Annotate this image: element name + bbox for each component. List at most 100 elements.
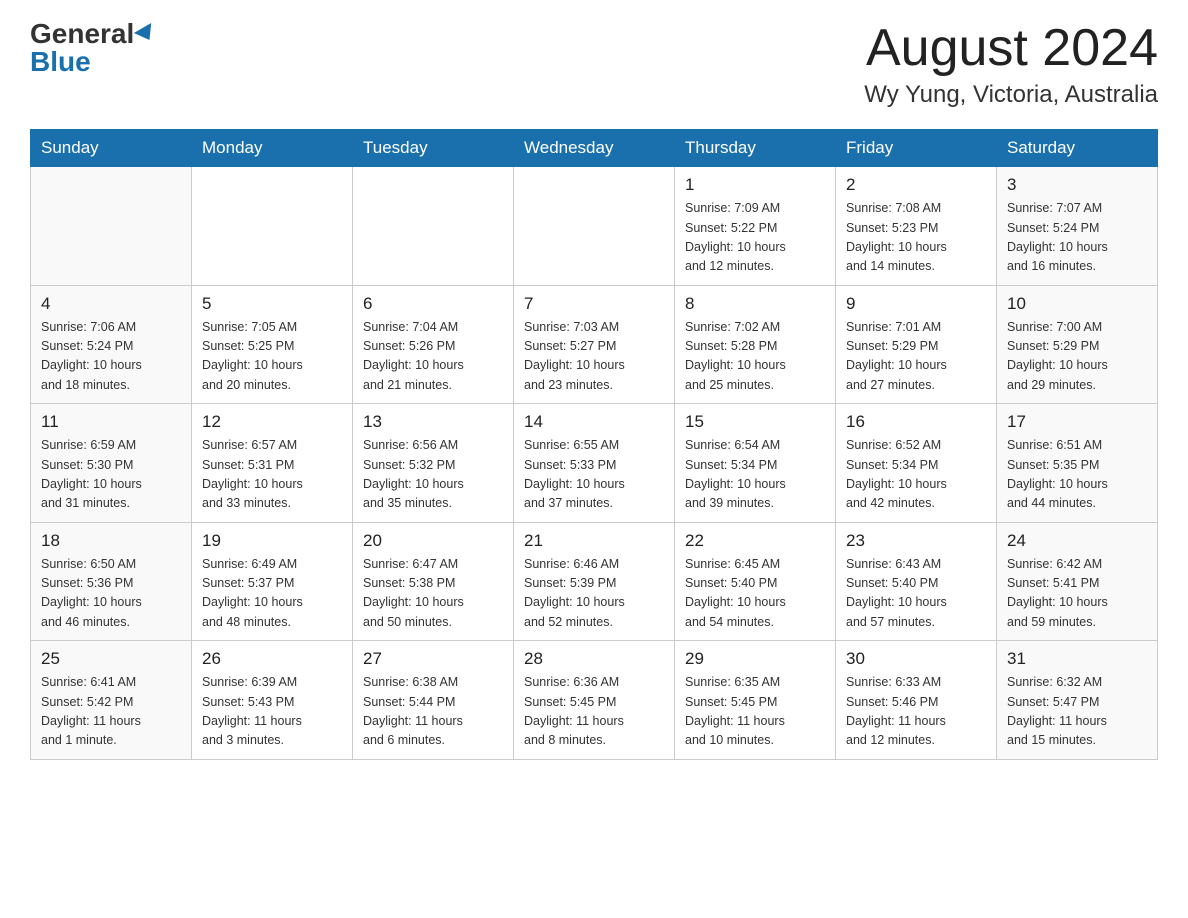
calendar-cell xyxy=(31,167,192,286)
day-number: 7 xyxy=(524,294,664,314)
calendar-cell: 14 Sunrise: 6:55 AM Sunset: 5:33 PM Dayli… xyxy=(514,404,675,523)
day-number: 24 xyxy=(1007,531,1147,551)
day-info: Sunrise: 6:35 AM Sunset: 5:45 PM Dayligh… xyxy=(685,673,825,751)
day-number: 8 xyxy=(685,294,825,314)
day-number: 10 xyxy=(1007,294,1147,314)
calendar-cell: 4 Sunrise: 7:06 AM Sunset: 5:24 PM Daylig… xyxy=(31,285,192,404)
calendar-cell: 24 Sunrise: 6:42 AM Sunset: 5:41 PM Dayli… xyxy=(997,522,1158,641)
calendar-cell: 7 Sunrise: 7:03 AM Sunset: 5:27 PM Daylig… xyxy=(514,285,675,404)
calendar-cell: 28 Sunrise: 6:36 AM Sunset: 5:45 PM Dayli… xyxy=(514,641,675,760)
day-info: Sunrise: 6:55 AM Sunset: 5:33 PM Dayligh… xyxy=(524,436,664,514)
calendar-header-row: SundayMondayTuesdayWednesdayThursdayFrid… xyxy=(31,130,1158,167)
day-number: 2 xyxy=(846,175,986,195)
day-info: Sunrise: 6:59 AM Sunset: 5:30 PM Dayligh… xyxy=(41,436,181,514)
day-info: Sunrise: 6:36 AM Sunset: 5:45 PM Dayligh… xyxy=(524,673,664,751)
day-info: Sunrise: 6:41 AM Sunset: 5:42 PM Dayligh… xyxy=(41,673,181,751)
day-of-week-friday: Friday xyxy=(836,130,997,167)
calendar-cell: 5Sunrise: 7:05 AM Sunset: 5:25 PM Daylig… xyxy=(192,285,353,404)
day-info: Sunrise: 6:49 AM Sunset: 5:37 PM Dayligh… xyxy=(202,555,342,633)
day-of-week-monday: Monday xyxy=(192,130,353,167)
day-number: 11 xyxy=(41,412,181,432)
day-number: 9 xyxy=(846,294,986,314)
calendar-cell: 10Sunrise: 7:00 AM Sunset: 5:29 PM Dayli… xyxy=(997,285,1158,404)
day-number: 17 xyxy=(1007,412,1147,432)
calendar-cell xyxy=(353,167,514,286)
calendar-cell: 6Sunrise: 7:04 AM Sunset: 5:26 PM Daylig… xyxy=(353,285,514,404)
logo-arrow-icon xyxy=(134,23,158,45)
calendar-cell xyxy=(192,167,353,286)
calendar-week-5: 25 Sunrise: 6:41 AM Sunset: 5:42 PM Dayli… xyxy=(31,641,1158,760)
calendar-cell: 8 Sunrise: 7:02 AM Sunset: 5:28 PM Daylig… xyxy=(675,285,836,404)
calendar-cell: 18 Sunrise: 6:50 AM Sunset: 5:36 PM Dayli… xyxy=(31,522,192,641)
calendar-cell: 30 Sunrise: 6:33 AM Sunset: 5:46 PM Dayli… xyxy=(836,641,997,760)
calendar-table: SundayMondayTuesdayWednesdayThursdayFrid… xyxy=(30,129,1158,760)
day-number: 13 xyxy=(363,412,503,432)
calendar-cell: 20Sunrise: 6:47 AM Sunset: 5:38 PM Dayli… xyxy=(353,522,514,641)
calendar-week-2: 4 Sunrise: 7:06 AM Sunset: 5:24 PM Daylig… xyxy=(31,285,1158,404)
day-number: 28 xyxy=(524,649,664,669)
day-info: Sunrise: 6:33 AM Sunset: 5:46 PM Dayligh… xyxy=(846,673,986,751)
day-info: Sunrise: 7:03 AM Sunset: 5:27 PM Dayligh… xyxy=(524,318,664,396)
calendar-cell: 12 Sunrise: 6:57 AM Sunset: 5:31 PM Dayli… xyxy=(192,404,353,523)
calendar-cell: 23 Sunrise: 6:43 AM Sunset: 5:40 PM Dayli… xyxy=(836,522,997,641)
day-info: Sunrise: 7:01 AM Sunset: 5:29 PM Dayligh… xyxy=(846,318,986,396)
day-of-week-wednesday: Wednesday xyxy=(514,130,675,167)
day-number: 19 xyxy=(202,531,342,551)
calendar-cell: 2 Sunrise: 7:08 AM Sunset: 5:23 PM Daylig… xyxy=(836,167,997,286)
location-text: Wy Yung, Victoria, Australia xyxy=(864,81,1158,109)
day-of-week-sunday: Sunday xyxy=(31,130,192,167)
calendar-cell: 29Sunrise: 6:35 AM Sunset: 5:45 PM Dayli… xyxy=(675,641,836,760)
calendar-week-3: 11 Sunrise: 6:59 AM Sunset: 5:30 PM Dayli… xyxy=(31,404,1158,523)
calendar-cell: 15Sunrise: 6:54 AM Sunset: 5:34 PM Dayli… xyxy=(675,404,836,523)
day-info: Sunrise: 6:42 AM Sunset: 5:41 PM Dayligh… xyxy=(1007,555,1147,633)
calendar-cell: 21 Sunrise: 6:46 AM Sunset: 5:39 PM Dayli… xyxy=(514,522,675,641)
month-title: August 2024 xyxy=(864,20,1158,77)
day-number: 1 xyxy=(685,175,825,195)
day-number: 3 xyxy=(1007,175,1147,195)
day-number: 12 xyxy=(202,412,342,432)
day-number: 30 xyxy=(846,649,986,669)
day-info: Sunrise: 7:05 AM Sunset: 5:25 PM Dayligh… xyxy=(202,318,342,396)
day-info: Sunrise: 6:39 AM Sunset: 5:43 PM Dayligh… xyxy=(202,673,342,751)
day-info: Sunrise: 7:06 AM Sunset: 5:24 PM Dayligh… xyxy=(41,318,181,396)
day-info: Sunrise: 7:04 AM Sunset: 5:26 PM Dayligh… xyxy=(363,318,503,396)
day-info: Sunrise: 6:56 AM Sunset: 5:32 PM Dayligh… xyxy=(363,436,503,514)
day-info: Sunrise: 6:51 AM Sunset: 5:35 PM Dayligh… xyxy=(1007,436,1147,514)
calendar-cell: 11 Sunrise: 6:59 AM Sunset: 5:30 PM Dayli… xyxy=(31,404,192,523)
day-of-week-saturday: Saturday xyxy=(997,130,1158,167)
calendar-cell: 9 Sunrise: 7:01 AM Sunset: 5:29 PM Daylig… xyxy=(836,285,997,404)
day-number: 27 xyxy=(363,649,503,669)
day-number: 15 xyxy=(685,412,825,432)
day-number: 20 xyxy=(363,531,503,551)
day-info: Sunrise: 7:07 AM Sunset: 5:24 PM Dayligh… xyxy=(1007,199,1147,277)
day-number: 25 xyxy=(41,649,181,669)
day-info: Sunrise: 6:38 AM Sunset: 5:44 PM Dayligh… xyxy=(363,673,503,751)
day-info: Sunrise: 6:45 AM Sunset: 5:40 PM Dayligh… xyxy=(685,555,825,633)
logo-blue-text: Blue xyxy=(30,48,91,76)
day-info: Sunrise: 6:46 AM Sunset: 5:39 PM Dayligh… xyxy=(524,555,664,633)
day-info: Sunrise: 6:57 AM Sunset: 5:31 PM Dayligh… xyxy=(202,436,342,514)
day-number: 14 xyxy=(524,412,664,432)
day-of-week-thursday: Thursday xyxy=(675,130,836,167)
day-number: 16 xyxy=(846,412,986,432)
day-number: 21 xyxy=(524,531,664,551)
day-info: Sunrise: 6:52 AM Sunset: 5:34 PM Dayligh… xyxy=(846,436,986,514)
day-info: Sunrise: 6:50 AM Sunset: 5:36 PM Dayligh… xyxy=(41,555,181,633)
day-info: Sunrise: 7:09 AM Sunset: 5:22 PM Dayligh… xyxy=(685,199,825,277)
logo: General Blue xyxy=(30,20,156,76)
day-number: 18 xyxy=(41,531,181,551)
calendar-cell: 3 Sunrise: 7:07 AM Sunset: 5:24 PM Daylig… xyxy=(997,167,1158,286)
day-number: 22 xyxy=(685,531,825,551)
calendar-cell: 26 Sunrise: 6:39 AM Sunset: 5:43 PM Dayli… xyxy=(192,641,353,760)
day-number: 4 xyxy=(41,294,181,314)
day-of-week-tuesday: Tuesday xyxy=(353,130,514,167)
day-info: Sunrise: 7:08 AM Sunset: 5:23 PM Dayligh… xyxy=(846,199,986,277)
day-number: 26 xyxy=(202,649,342,669)
calendar-cell xyxy=(514,167,675,286)
calendar-cell: 17 Sunrise: 6:51 AM Sunset: 5:35 PM Dayli… xyxy=(997,404,1158,523)
day-info: Sunrise: 6:43 AM Sunset: 5:40 PM Dayligh… xyxy=(846,555,986,633)
calendar-week-4: 18 Sunrise: 6:50 AM Sunset: 5:36 PM Dayli… xyxy=(31,522,1158,641)
day-info: Sunrise: 7:02 AM Sunset: 5:28 PM Dayligh… xyxy=(685,318,825,396)
day-number: 23 xyxy=(846,531,986,551)
calendar-cell: 16 Sunrise: 6:52 AM Sunset: 5:34 PM Dayli… xyxy=(836,404,997,523)
